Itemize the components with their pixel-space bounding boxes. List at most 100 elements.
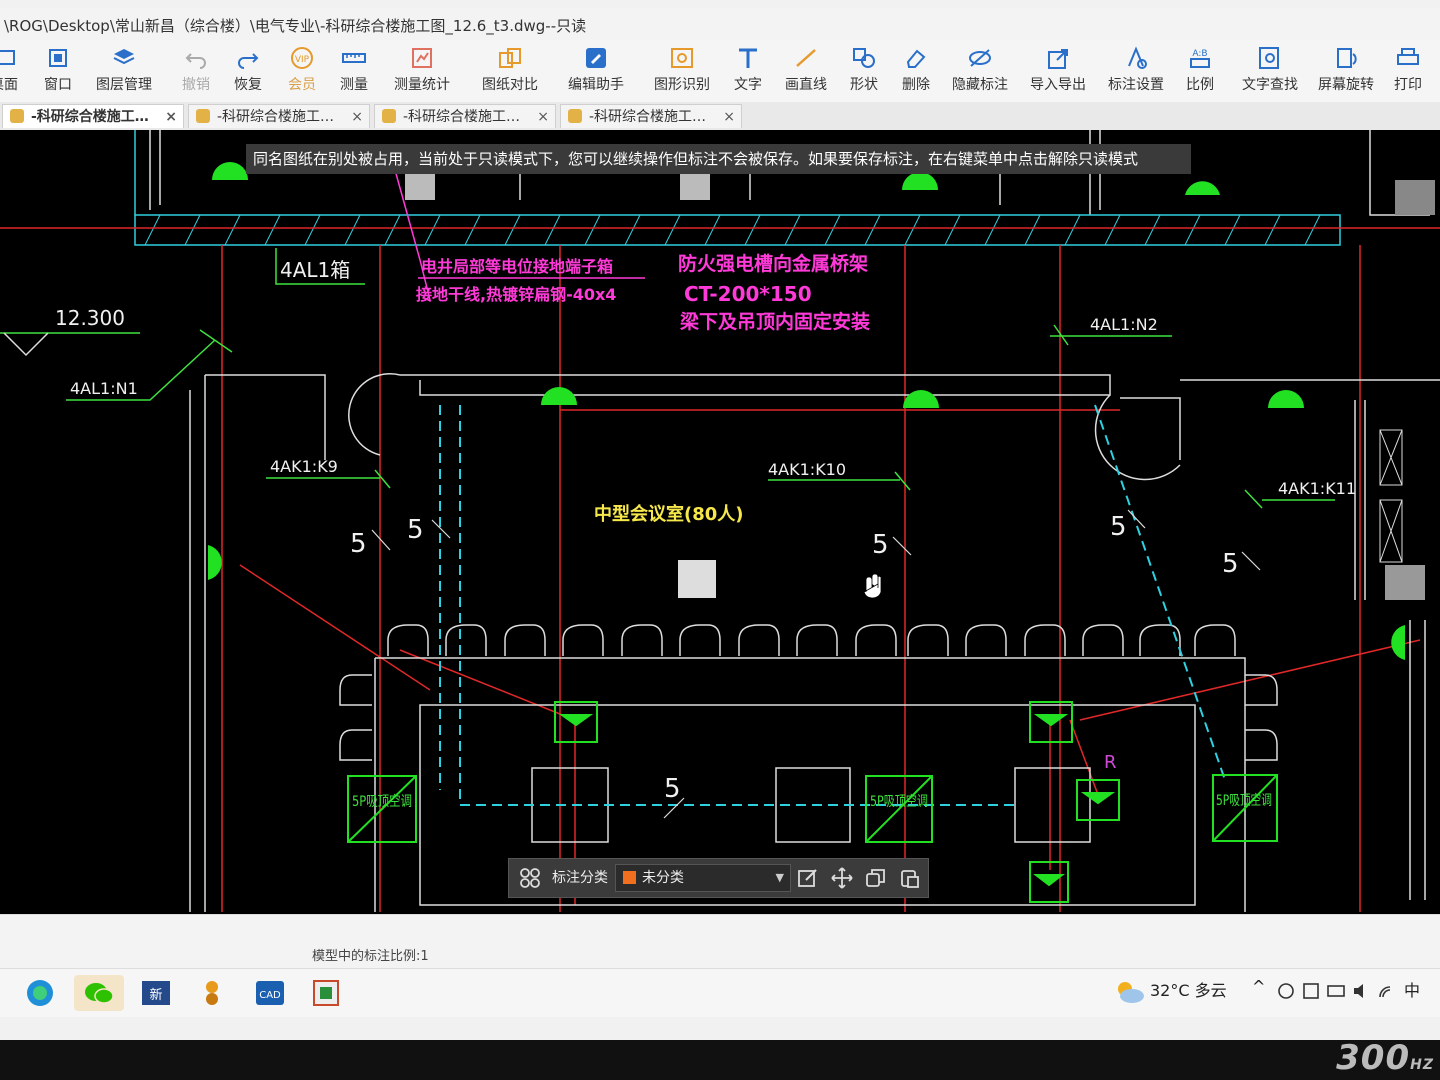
lock-icon — [10, 109, 24, 123]
ribbon-desktop-button[interactable]: 桌面 — [0, 46, 22, 100]
close-icon[interactable]: × — [537, 105, 549, 128]
move-icon[interactable] — [831, 867, 853, 889]
annotation-category-select[interactable]: 未分类 ▼ — [615, 864, 791, 892]
tick-marks — [371, 509, 1261, 819]
ribbon-line-button[interactable]: 画直线 — [782, 46, 830, 100]
window-title: \ROG\Desktop\常山新昌（综合楼）\电气专业\-科研综合楼施工图_12… — [0, 8, 1440, 44]
document-tab[interactable]: -科研综合楼施工… × — [374, 104, 556, 128]
ribbon-redo-button[interactable]: 恢复 — [230, 46, 266, 100]
ribbon-print-button[interactable]: 打印 — [1390, 46, 1426, 100]
label-ak1-k10: 4AK1:K10 — [768, 460, 846, 479]
app2-icon[interactable] — [194, 975, 230, 1011]
document-tab[interactable]: -科研综合楼施工… × — [560, 104, 742, 128]
label-five: 5 — [1110, 512, 1127, 542]
close-icon[interactable]: × — [351, 105, 363, 128]
ribbon-measure-button[interactable]: 测量 — [336, 46, 372, 100]
edit-icon[interactable] — [797, 867, 819, 889]
lighting-fixtures — [208, 162, 1405, 660]
lock-icon — [196, 109, 210, 123]
annotation-category-label: 标注分类 — [552, 870, 608, 886]
chevron-up-icon[interactable]: ^ — [1252, 977, 1265, 996]
label-ac-unit: 5P吸顶空调 — [352, 794, 412, 810]
label-ac-unit: 5P吸顶空调 — [1216, 793, 1272, 809]
grid-icon[interactable] — [519, 867, 541, 889]
lock-icon — [382, 109, 396, 123]
app-icon[interactable]: 新 — [138, 975, 174, 1011]
label-five: 5 — [872, 530, 889, 560]
wechat-icon[interactable] — [74, 975, 124, 1011]
ribbon-shape-button[interactable]: 形状 — [846, 46, 882, 100]
wall-hatch — [144, 214, 1321, 246]
note-magenta-3: 防火强电槽向金属桥架 — [678, 252, 868, 275]
layers-icon — [113, 49, 135, 65]
ribbon-text-button[interactable]: 文字 — [730, 46, 766, 100]
document-tab[interactable]: -科研综合楼施工… × — [188, 104, 370, 128]
ribbon-hide-annotation-button[interactable]: 隐藏标注 — [950, 46, 1010, 100]
note-magenta-5: 梁下及吊顶内固定安装 — [679, 310, 870, 333]
text-search-icon — [1259, 47, 1279, 69]
eraser-icon — [906, 49, 926, 68]
svg-text:VIP: VIP — [295, 55, 310, 65]
ribbon-toolbar: 桌面 窗口 图层管理 撤销 恢复 VIP 会员 测量 测量统计 — [0, 40, 1440, 103]
ribbon-window-button[interactable]: 窗口 — [38, 46, 78, 100]
weather-icon — [1118, 982, 1144, 1003]
ribbon-vip-button[interactable]: VIP 会员 — [284, 46, 320, 100]
measure-stats-icon — [412, 48, 432, 68]
hand-cursor-icon — [863, 573, 882, 599]
svg-text:A:B: A:B — [1192, 49, 1207, 59]
annotation-texts: 4AL1箱 12.300 4AL1:N1 4AL1:N2 4AK1:K9 4AK… — [55, 258, 1356, 804]
cad2-icon[interactable] — [308, 975, 344, 1011]
weather-text[interactable]: 32°C 多云 — [1150, 977, 1227, 1001]
cad-drawing: 4AL1箱 12.300 4AL1:N1 4AL1:N2 4AK1:K9 4AK… — [0, 130, 1440, 912]
note-magenta-4: CT-200*150 — [684, 282, 812, 306]
close-icon[interactable]: × — [723, 105, 735, 128]
cad-icon[interactable]: CAD — [252, 975, 288, 1011]
ribbon-eraser-button[interactable]: 删除 — [898, 46, 934, 100]
desktop-icon — [0, 50, 15, 65]
system-tray-icons[interactable] — [1276, 981, 1396, 1001]
vip-icon: VIP — [291, 47, 313, 69]
drawing-canvas[interactable]: 4AL1箱 12.300 4AL1:N1 4AL1:N2 4AK1:K9 4AK… — [0, 130, 1440, 914]
svg-text:新: 新 — [149, 987, 162, 1003]
document-tab[interactable]: -科研综合楼施工… × — [2, 104, 184, 128]
magenta-notes: 电井局部等电位接地端子箱 接地干线,热镀锌扁钢-40x4 防火强电槽向金属桥架 … — [416, 252, 870, 333]
readonly-notice: 同名图纸在别处被占用，当前处于只读模式下，您可以继续操作但标注不会被保存。如果要… — [246, 144, 1191, 174]
column-block — [1385, 565, 1425, 600]
ribbon-text-search-button[interactable]: 文字查找 — [1238, 46, 1302, 100]
annotation-settings-icon — [1128, 46, 1147, 69]
rotate-screen-icon — [1337, 48, 1357, 68]
ribbon-import-export-button[interactable]: 导入导出 — [1026, 46, 1090, 100]
ribbon-edit-helper-button[interactable]: 编辑助手 — [564, 46, 628, 100]
monitor-bezel: \ROG\Desktop\常山新昌（综合楼）\电气专业\-科研综合楼施工图_12… — [0, 0, 1440, 1080]
close-icon[interactable]: × — [165, 105, 177, 128]
annotation-scale-status: 模型中的标注比例:1 — [312, 949, 429, 964]
column-block — [678, 560, 716, 598]
column-block — [1395, 180, 1435, 215]
ribbon-rotate-screen-button[interactable]: 屏幕旋转 — [1314, 46, 1378, 100]
label-ak1-k9: 4AK1:K9 — [270, 457, 338, 476]
shape-icon — [853, 48, 875, 68]
label-ac-unit: 5P吸顶空调 — [870, 794, 928, 810]
ribbon-measure-stats-button[interactable]: 测量统计 — [390, 46, 454, 100]
chair-row — [339, 624, 1278, 761]
ribbon-scale-button[interactable]: A:B 比例 — [1182, 46, 1218, 100]
ribbon-undo-button[interactable]: 撤销 — [178, 46, 214, 100]
label-r-mark: R — [1104, 752, 1117, 773]
edge-icon[interactable] — [22, 975, 58, 1011]
copy-icon[interactable] — [865, 867, 887, 889]
compare-icon — [499, 48, 521, 68]
label-five: 5 — [350, 529, 367, 559]
label-five: 5 — [407, 515, 424, 545]
status-bar: 模型中的标注比例:1 — [0, 914, 1440, 971]
redo-icon — [238, 53, 259, 69]
ribbon-shape-recognize-button[interactable]: 图形识别 — [650, 46, 714, 100]
ribbon-compare-button[interactable]: 图纸对比 — [478, 46, 542, 100]
ribbon-annotation-settings-button[interactable]: 标注设置 — [1104, 46, 1168, 100]
undo-icon — [185, 53, 206, 69]
note-magenta-2: 接地干线,热镀锌扁钢-40x4 — [416, 285, 616, 304]
room-walls — [189, 373, 1440, 912]
paste-icon[interactable] — [899, 867, 921, 889]
ribbon-layers-button[interactable]: 图层管理 — [92, 46, 156, 100]
input-method-indicator[interactable]: 中 — [1404, 977, 1420, 1001]
window-icon — [49, 49, 67, 67]
